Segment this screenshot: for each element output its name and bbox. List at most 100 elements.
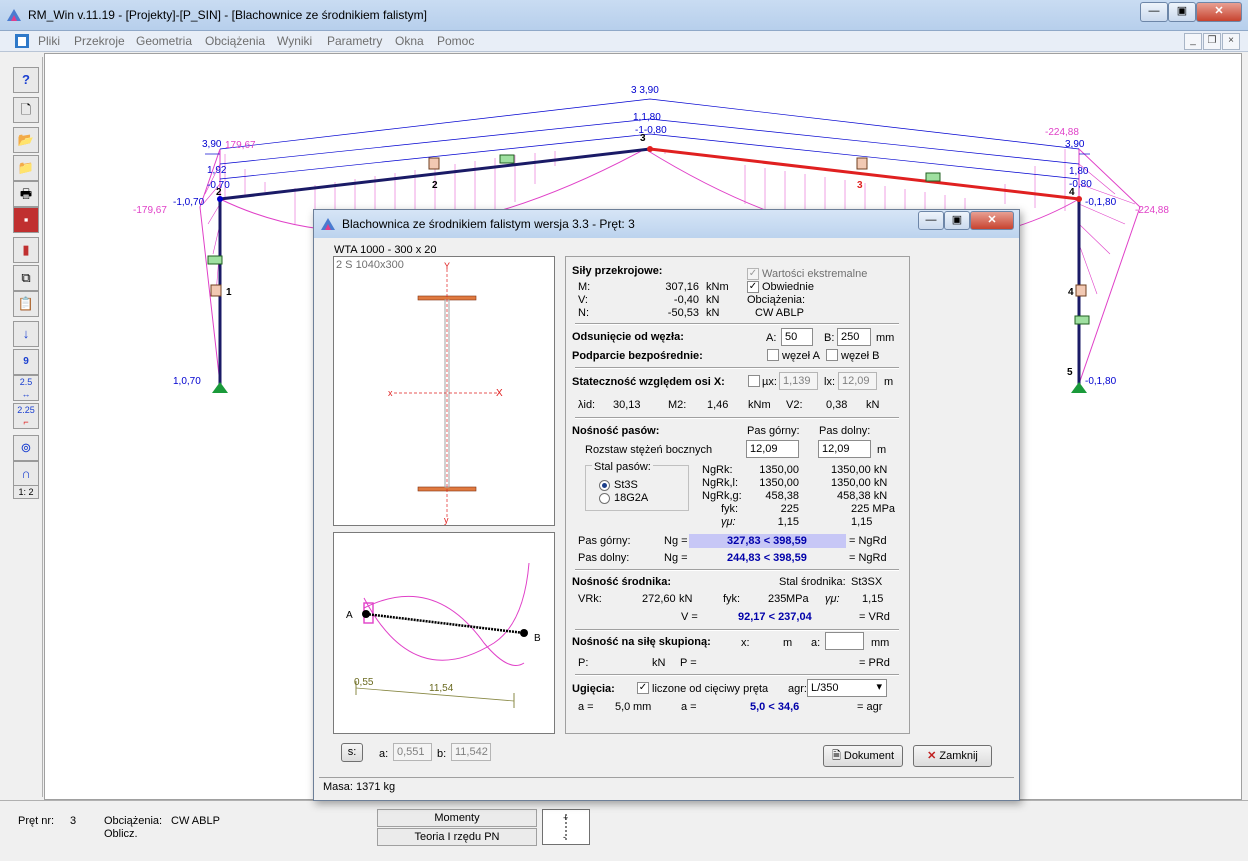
top-flange-header: Pas górny:	[747, 425, 800, 437]
bottom-a-input[interactable]: 0,551	[393, 743, 432, 761]
v2-unit: kN	[866, 399, 880, 411]
bracing-spacing-label: Rozstaw stężeń bocznych	[585, 444, 713, 456]
maximize-button[interactable]: ▣	[1168, 2, 1196, 22]
mdi-minimize-button[interactable]: _	[1184, 33, 1202, 50]
mdi-close-button[interactable]: ×	[1222, 33, 1240, 50]
offset-b-label: B:	[824, 332, 835, 344]
theory-button[interactable]: Teoria I rzędu PN	[377, 828, 537, 846]
divider	[575, 629, 899, 631]
loads-label: Obciążenia:	[104, 815, 163, 827]
divider	[575, 367, 899, 369]
menu-wyniki[interactable]: Wyniki	[277, 34, 312, 48]
new-file-icon[interactable]: 🗋	[13, 97, 39, 123]
save-icon[interactable]: ▪	[13, 207, 39, 233]
flange-param-top: 225	[780, 503, 799, 515]
chord-checkbox[interactable]: ✓	[637, 682, 649, 694]
section-name: WTA 1000 - 300 x 20	[334, 244, 437, 256]
force-position-input[interactable]	[825, 632, 864, 650]
menu-okna[interactable]: Okna	[395, 34, 424, 48]
open-folder-icon[interactable]: 📂	[13, 127, 39, 153]
steel-18g2a-radio[interactable]	[599, 493, 610, 504]
number-icon[interactable]: 9	[13, 349, 39, 375]
print-icon[interactable]: 🖶	[13, 181, 39, 207]
dialog-maximize-button[interactable]: ▣	[944, 211, 970, 230]
mu-input[interactable]: 1,139	[779, 372, 818, 390]
deflection-title: Ugięcia:	[572, 683, 615, 695]
copy-icon[interactable]: ⧉	[13, 265, 39, 291]
scale-icon[interactable]: 2.25 ⌐	[13, 403, 39, 429]
status-divider	[319, 777, 1014, 778]
dialog-minimize-button[interactable]: —	[918, 211, 944, 230]
help-icon[interactable]: ?	[13, 67, 39, 93]
load-arrow-icon[interactable]: ↓	[13, 321, 39, 347]
document-button[interactable]: 🗎 Dokument	[823, 745, 903, 767]
beam-end-a-label: A	[346, 610, 353, 621]
p-unit: kN	[652, 657, 666, 669]
dimension-label: 11,54	[429, 683, 454, 694]
dialog-close-button[interactable]: ✕	[970, 211, 1014, 230]
bottom-b-input[interactable]: 11,542	[451, 743, 491, 761]
divider	[575, 417, 899, 419]
a-unit: mm	[871, 637, 890, 649]
menu-przekroje[interactable]: Przekroje	[74, 34, 125, 48]
menu-geometria[interactable]: Geometria	[136, 34, 192, 48]
open-project-icon[interactable]: 📁	[13, 155, 39, 181]
mdi-window-icon[interactable]	[14, 33, 30, 49]
web-title: Nośność środnika:	[572, 576, 672, 588]
bracing-bottom-input[interactable]: 12,09	[818, 440, 871, 458]
steel-st3s-radio[interactable]	[599, 480, 610, 491]
ng-label: Ng =	[664, 552, 688, 564]
force-label: 1,92	[207, 165, 227, 176]
fyk-unit: MPa	[786, 593, 809, 605]
scale-ratio-icon[interactable]: 1: 2	[13, 485, 39, 499]
menu-parametry[interactable]: Parametry	[327, 34, 382, 48]
calc-label: Oblicz.	[104, 828, 138, 840]
force-label: 1,0,70	[173, 376, 201, 387]
flange-param-name: γμ:	[721, 516, 736, 528]
node-b-checkbox[interactable]	[826, 349, 838, 361]
chevron-down-icon: ▾	[876, 681, 882, 693]
minimize-button[interactable]: —	[1140, 2, 1168, 22]
mu-checkbox[interactable]	[748, 375, 760, 387]
bottom-flange-check-value: 244,83 < 398,59	[727, 552, 807, 564]
status-bar: Pręt nr: 3 Obciążenia: CW ABLP Oblicz. M…	[0, 800, 1248, 861]
flange-param-bottom: 1350,00 kN	[831, 477, 888, 489]
close-button[interactable]: ✕	[1196, 2, 1242, 22]
menu-pomoc[interactable]: Pomoc	[437, 34, 474, 48]
steel-st3s-label: St3S	[614, 479, 638, 491]
dimension-icon[interactable]: 2.5 ↔	[13, 375, 39, 401]
close-dialog-button[interactable]: ✕ Zamknij	[913, 745, 992, 767]
offset-b-input[interactable]: 250	[837, 328, 871, 346]
document-icon: 🗎	[831, 750, 844, 762]
node-a-checkbox[interactable]	[767, 349, 779, 361]
web-steel-label: Stal środnika:	[779, 576, 846, 588]
dialog-body: WTA 1000 - 300 x 20 2 S 1040x300 Y y x X	[319, 239, 1014, 797]
envelope-label: Obwiednie	[762, 281, 814, 293]
node-number: 4	[1069, 187, 1075, 198]
v-check-value: 92,17 < 237,04	[738, 611, 812, 623]
node-icon[interactable]: ⊚	[13, 435, 39, 461]
paint-icon[interactable]: ▮	[13, 237, 39, 263]
extreme-values-checkbox[interactable]: ✓	[747, 268, 759, 280]
force-name: V:	[578, 294, 588, 306]
bracing-top-input[interactable]: 12,09	[746, 440, 799, 458]
support-left	[212, 382, 228, 393]
paste-icon[interactable]: 📋	[13, 291, 39, 317]
menu-pliki[interactable]: Pliki	[38, 34, 60, 48]
mdi-restore-button[interactable]: ❐	[1203, 33, 1221, 50]
envelope-checkbox[interactable]: ✓	[747, 281, 759, 293]
fyk-label: fyk:	[723, 593, 741, 605]
moments-button[interactable]: Momenty	[377, 809, 537, 827]
l-input[interactable]: 12,09	[838, 372, 877, 390]
s-button[interactable]: s:	[341, 743, 363, 762]
offset-a-input[interactable]: 50	[781, 328, 813, 346]
force-name: M:	[578, 281, 591, 293]
agr-eq: = agr	[857, 701, 883, 713]
flange-param-name: NgRk,l:	[702, 477, 739, 489]
fyk-value: 235	[768, 593, 787, 605]
agr-select[interactable]: L/350 ▾	[807, 679, 887, 697]
menu-obciazenia[interactable]: Obciążenia	[205, 34, 265, 48]
flange-param-bottom: 458,38 kN	[837, 490, 888, 502]
arch-icon[interactable]: ∩	[13, 461, 39, 487]
divider	[575, 323, 899, 325]
